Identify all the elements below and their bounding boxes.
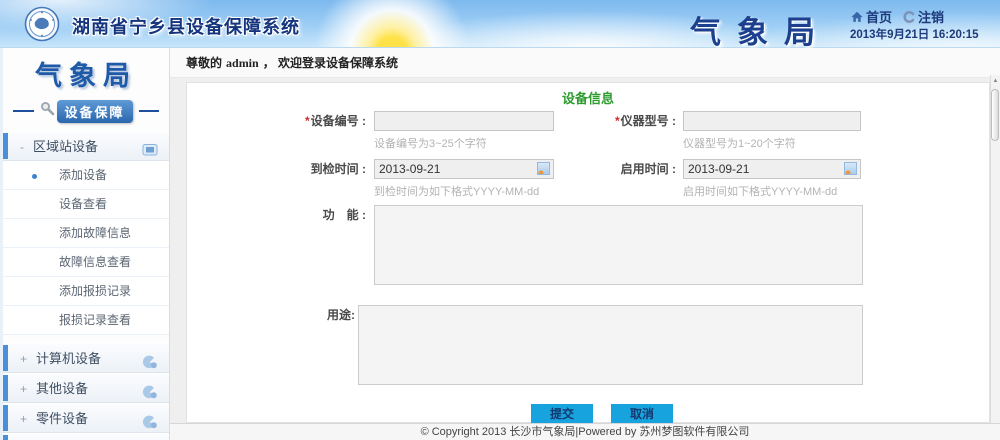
sidebar-section-parts-equipment[interactable]: + 零件设备 — [3, 403, 169, 433]
current-datetime: 2013年9月21日 16:20:15 — [850, 26, 979, 42]
sidebar-submenu: 添加设备 设备查看 添加故障信息 故障信息查看 添加报损记录 报损记录查看 — [3, 161, 169, 335]
logout-link[interactable]: 注销 — [902, 10, 944, 25]
welcome-suffix: ， 欢迎登录设备保障系统 — [263, 56, 398, 70]
monitor-icon — [142, 139, 158, 155]
submenu-item-view-device[interactable]: 设备查看 — [3, 190, 169, 219]
divider-line — [13, 110, 34, 112]
sidebar-section-label: 零件设备 — [36, 411, 88, 426]
device-info-panel: 设备信息 *设备编号 : 设备编号为3~25个字符 *仪器型号 : 仪器型号为1… — [186, 82, 990, 423]
footer-copyright: © Copyright 2013 长沙市气象局|Powered by 苏州梦图软… — [170, 423, 1000, 440]
collapse-minus-indicator: - — [20, 140, 24, 154]
expand-plus-indicator: + — [20, 382, 27, 396]
submenu-label: 报损记录查看 — [59, 313, 131, 327]
submenu-item-view-damage[interactable]: 报损记录查看 — [3, 306, 169, 335]
expand-plus-indicator: + — [20, 412, 27, 426]
mouse-icon — [142, 411, 158, 427]
header-nav: 首页注销 — [850, 7, 944, 26]
required-marker: * — [615, 114, 620, 128]
submenu-item-view-fault[interactable]: 故障信息查看 — [3, 248, 169, 277]
vertical-scrollbar[interactable]: ▲ — [990, 75, 1000, 423]
submit-button[interactable]: 提交 — [531, 404, 593, 424]
sidebar-logo-text: 气象局 — [3, 54, 169, 93]
purpose-textarea[interactable] — [358, 305, 863, 385]
cancel-button[interactable]: 取消 — [611, 404, 673, 424]
sidebar-section-other-equipment[interactable]: + 其他设备 — [3, 373, 169, 403]
submenu-item-add-damage[interactable]: 添加报损记录 — [3, 277, 169, 306]
header-brand-text: 气象局 — [690, 7, 831, 52]
app-header: 湖南省宁乡县设备保障系统 气象局 首页注销 2013年9月21日 16:20:1… — [0, 0, 1000, 48]
search-icon — [40, 101, 55, 121]
scrollbar-thumb[interactable] — [991, 89, 999, 141]
app-title: 湖南省宁乡县设备保障系统 — [72, 13, 300, 39]
sidebar-badge: 设备保障 — [57, 100, 133, 123]
enable-date-label: 启用时间 : — [487, 159, 676, 179]
sidebar-section-label: 计算机设备 — [36, 351, 101, 366]
submenu-item-add-fault[interactable]: 添加故障信息 — [3, 219, 169, 248]
instrument-model-input[interactable] — [683, 111, 861, 131]
inspection-date-hint: 到检时间为如下格式YYYY-MM-dd — [374, 185, 539, 199]
enable-date-input[interactable] — [683, 159, 861, 179]
function-label: 功 能 : — [187, 205, 366, 225]
sidebar-section-label: 区域站设备 — [33, 139, 98, 154]
submenu-label: 故障信息查看 — [59, 255, 131, 269]
device-no-hint: 设备编号为3~25个字符 — [374, 137, 487, 151]
sidebar-section-computer-equipment[interactable]: + 计算机设备 — [3, 343, 169, 373]
welcome-prefix: 尊敬的 — [186, 56, 222, 70]
function-textarea[interactable] — [374, 205, 863, 285]
inspection-date-label: 到检时间 : — [187, 159, 366, 179]
menu-gap — [3, 335, 169, 343]
sidebar-section-regional-station[interactable]: -区域站设备 — [3, 131, 169, 161]
home-icon — [850, 10, 866, 25]
required-marker: * — [305, 114, 310, 128]
sidebar: 气象局 设备保障 -区域站设备 添加设备 设备查看 添加故障信息 故障信息查看 … — [0, 48, 170, 440]
instrument-model-hint: 仪器型号为1~20个字符 — [683, 137, 796, 151]
enable-date-hint: 启用时间如下格式YYYY-MM-dd — [683, 185, 837, 199]
sidebar-badge-row: 设备保障 — [13, 99, 159, 123]
submenu-item-add-device[interactable]: 添加设备 — [3, 161, 169, 190]
device-no-label: *设备编号 : — [187, 111, 366, 131]
scrollbar-up-arrow-icon[interactable]: ▲ — [991, 75, 1000, 88]
form-title: 设备信息 — [187, 88, 989, 107]
purpose-label: 用途: — [187, 305, 355, 325]
username: admin — [226, 56, 259, 70]
submenu-label: 添加报损记录 — [59, 284, 131, 298]
home-link[interactable]: 首页 — [850, 10, 892, 25]
instrument-model-label: *仪器型号 : — [487, 111, 676, 131]
expand-plus-indicator: + — [20, 352, 27, 366]
mouse-icon — [142, 351, 158, 367]
divider-line — [139, 110, 160, 112]
submenu-label: 添加故障信息 — [59, 226, 131, 240]
mouse-icon — [142, 381, 158, 397]
submenu-label: 添加设备 — [59, 168, 107, 182]
bureau-emblem-icon — [24, 6, 60, 42]
welcome-bar: 尊敬的 admin ， 欢迎登录设备保障系统 — [170, 48, 1000, 78]
active-item-bullet-icon — [32, 174, 37, 179]
submenu-label: 设备查看 — [59, 197, 107, 211]
calendar-icon[interactable] — [844, 162, 857, 175]
sidebar-section-inventory[interactable]: +库存管理 — [3, 433, 169, 440]
logout-icon — [902, 10, 918, 25]
content-area: 设备信息 *设备编号 : 设备编号为3~25个字符 *仪器型号 : 仪器型号为1… — [170, 78, 1000, 423]
sidebar-section-label: 其他设备 — [36, 381, 88, 396]
